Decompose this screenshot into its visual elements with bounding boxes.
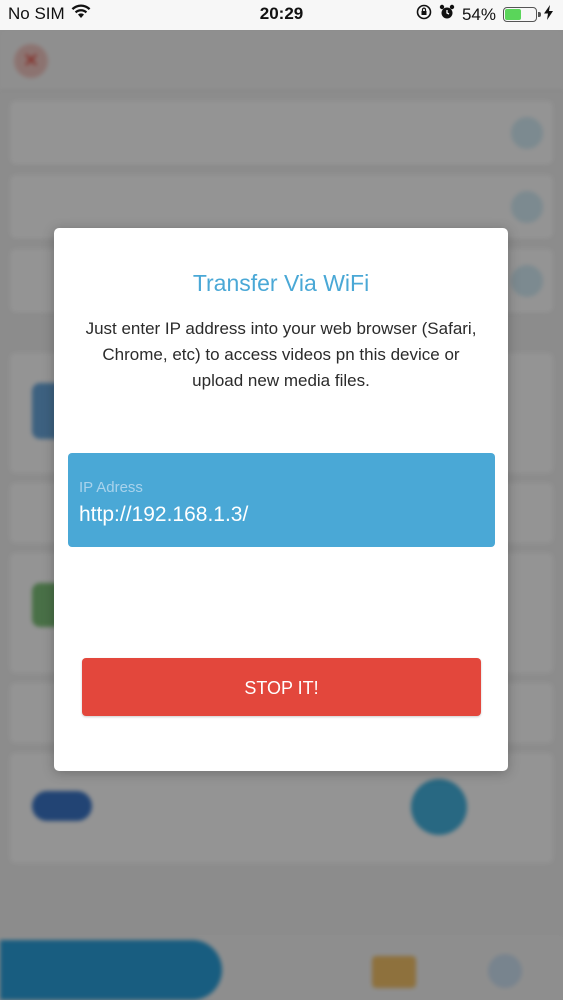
battery-percent: 54% (461, 4, 496, 24)
battery-icon (503, 7, 541, 22)
orientation-lock-icon (416, 4, 432, 25)
ip-address-field[interactable]: IP Adress http://192.168.1.3/ (68, 453, 495, 547)
dialog-title: Transfer Via WiFi (192, 270, 370, 296)
stop-button[interactable]: STOP IT! (82, 658, 481, 716)
status-bar: No SIM 20:29 54% (0, 0, 563, 30)
status-right: 54% (416, 4, 553, 25)
wifi-transfer-dialog: Transfer Via WiFi Just enter IP address … (54, 228, 508, 771)
charging-icon (544, 4, 553, 25)
ip-address-value[interactable]: http://192.168.1.3/ (79, 503, 248, 527)
alarm-icon (439, 4, 455, 25)
ip-address-label: IP Adress (79, 479, 143, 496)
dialog-description: Just enter IP address into your web brow… (85, 319, 477, 390)
